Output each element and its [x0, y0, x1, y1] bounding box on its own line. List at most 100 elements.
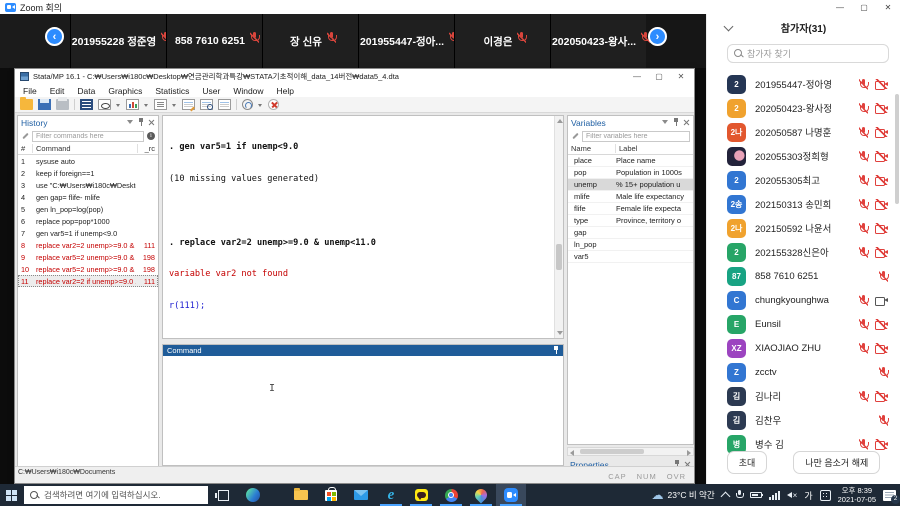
scroll-right-icon[interactable] — [687, 449, 691, 456]
variables-manager-icon[interactable] — [218, 99, 231, 110]
results-scrollbar[interactable] — [554, 116, 563, 338]
save-icon[interactable] — [38, 99, 51, 110]
menu-data[interactable]: Data — [77, 86, 95, 96]
log-icon[interactable] — [80, 99, 93, 110]
filter-icon[interactable] — [127, 119, 134, 126]
scroll-left-icon[interactable] — [570, 449, 574, 456]
participants-scrollbar[interactable] — [895, 94, 899, 204]
menu-help[interactable]: Help — [277, 86, 294, 96]
variable-row[interactable]: mlife Male life expectancy — [568, 191, 693, 203]
data-browser-icon[interactable] — [200, 99, 213, 110]
participant-row[interactable]: 87 858 7610 6251 — [707, 264, 900, 288]
minimize-button[interactable]: — — [828, 0, 852, 14]
video-tile[interactable]: 201955447-정아... — [358, 14, 460, 68]
chevron-down-icon[interactable] — [172, 99, 177, 110]
history-row[interactable]: 1 sysuse auto — [18, 155, 158, 167]
taskbar-clock[interactable]: 오후 8:39 2021-07-05 — [838, 486, 876, 504]
close-button[interactable]: ✕ — [876, 0, 900, 14]
battery-icon[interactable] — [749, 492, 764, 498]
zoom-taskbar-button[interactable] — [496, 484, 526, 506]
col-command[interactable]: Command — [33, 144, 138, 153]
filter-icon[interactable] — [662, 119, 669, 126]
history-row[interactable]: 3 use "C:₩Users₩i180c₩Desktop₩... — [18, 179, 158, 191]
menu-edit[interactable]: Edit — [50, 86, 65, 96]
history-row-selected[interactable]: 11 replace var2=2 if unemp>=9.0 ... 111 — [18, 275, 158, 287]
minimize-button[interactable]: — — [626, 69, 648, 84]
participant-row[interactable]: 2 201955447-정아영 — [707, 72, 900, 96]
participant-row[interactable]: Z zcctv — [707, 360, 900, 384]
close-button[interactable]: ✕ — [670, 69, 692, 84]
participant-search-input[interactable] — [747, 48, 882, 59]
results-panel[interactable]: . gen var5=1 if unemp<9.0 (10 missing va… — [162, 115, 564, 339]
pin-icon[interactable] — [553, 346, 559, 355]
video-tile[interactable]: 이경은 — [454, 14, 550, 68]
close-icon[interactable] — [148, 119, 155, 126]
history-row[interactable]: 6 replace pop=pop*1000 — [18, 215, 158, 227]
pin-icon[interactable] — [673, 118, 679, 127]
variable-row[interactable]: type Province, territory o — [568, 215, 693, 227]
menu-statistics[interactable]: Statistics — [155, 86, 189, 96]
history-filter-input[interactable] — [32, 130, 144, 142]
variable-row-selected[interactable]: unemp % 15+ population u — [568, 179, 693, 191]
chevron-down-icon[interactable] — [144, 99, 149, 110]
chrome-button[interactable] — [436, 484, 466, 506]
history-row[interactable]: 2 keep if foreign==1 — [18, 167, 158, 179]
wrench-icon[interactable] — [571, 132, 579, 140]
col-num[interactable]: # — [18, 144, 33, 153]
notification-center-icon[interactable]: 2 — [883, 489, 900, 504]
history-row[interactable]: 4 gen gap= flife- mlife — [18, 191, 158, 203]
scroll-tiles-right-button[interactable]: › — [648, 27, 667, 46]
variable-row[interactable]: pop Population in 1000s — [568, 167, 693, 179]
participant-row[interactable]: 김 김나리 — [707, 384, 900, 408]
video-tile[interactable]: 202050423-왕사... — [550, 14, 652, 68]
history-row-error[interactable]: 9 replace var5=2 unemp>=9.0 & ... 198 — [18, 251, 158, 263]
weather-widget[interactable]: ☁ 23°C 비 약간 — [651, 489, 714, 501]
ime-options-icon[interactable] — [819, 489, 831, 501]
info-icon[interactable]: i — [147, 132, 155, 140]
tray-expand-icon[interactable] — [720, 491, 731, 502]
participant-row[interactable]: 2송 202150313 송민희 — [707, 192, 900, 216]
break-icon[interactable] — [268, 99, 279, 110]
variable-row[interactable]: ln_pop — [568, 239, 693, 251]
participant-row[interactable]: 김 김찬우 — [707, 408, 900, 432]
do-file-editor-icon[interactable] — [154, 99, 167, 110]
print-icon[interactable] — [56, 97, 69, 110]
kakaotalk-button[interactable] — [406, 484, 436, 506]
paint3d-button[interactable] — [466, 484, 496, 506]
viewer-icon[interactable] — [98, 99, 111, 110]
maximize-button[interactable]: ▢ — [648, 69, 670, 84]
history-row-error[interactable]: 8 replace var2=2 unemp>=9.0 & ... 111 — [18, 239, 158, 251]
graph-icon[interactable] — [126, 99, 139, 110]
video-tile[interactable]: 장 신유 — [262, 14, 358, 68]
unmute-me-button[interactable]: 나만 음소거 해제 — [793, 451, 881, 474]
participant-row[interactable]: E Eunsil — [707, 312, 900, 336]
variable-row[interactable]: flife Female life expecta — [568, 203, 693, 215]
chevron-down-icon[interactable] — [116, 99, 121, 110]
history-row[interactable]: 7 gen var5=1 if unemp<9.0 — [18, 227, 158, 239]
variables-filter-input[interactable] — [582, 130, 690, 142]
scroll-down-icon[interactable] — [557, 331, 563, 335]
menu-file[interactable]: File — [23, 86, 37, 96]
participant-row[interactable]: 2 202055305최고 — [707, 168, 900, 192]
participant-row[interactable]: 2 202050423-왕사정 — [707, 96, 900, 120]
task-view-button[interactable] — [208, 484, 238, 506]
network-icon[interactable] — [768, 490, 780, 500]
menu-window[interactable]: Window — [233, 86, 263, 96]
scrollbar-thumb[interactable] — [556, 244, 562, 270]
edge-button[interactable] — [238, 484, 268, 506]
data-editor-icon[interactable] — [182, 99, 195, 110]
pin-icon[interactable] — [138, 118, 144, 127]
horizontal-scrollbar[interactable] — [567, 447, 694, 456]
col-rc[interactable]: _rc — [138, 144, 158, 153]
chevron-down-icon[interactable] — [258, 99, 263, 110]
mail-button[interactable] — [346, 484, 376, 506]
variable-row[interactable]: gap — [568, 227, 693, 239]
file-explorer-button[interactable] — [286, 484, 316, 506]
menu-user[interactable]: User — [202, 86, 220, 96]
participant-search-box[interactable] — [727, 44, 889, 63]
participant-row[interactable]: 202055303정희형 — [707, 144, 900, 168]
stata-titlebar[interactable]: Stata/MP 16.1 - C:₩Users₩i180c₩Desktop₩연… — [15, 69, 694, 84]
menu-graphics[interactable]: Graphics — [108, 86, 142, 96]
video-tile[interactable]: 201955228 정준영 — [70, 14, 172, 68]
variable-row[interactable]: var5 — [568, 251, 693, 263]
